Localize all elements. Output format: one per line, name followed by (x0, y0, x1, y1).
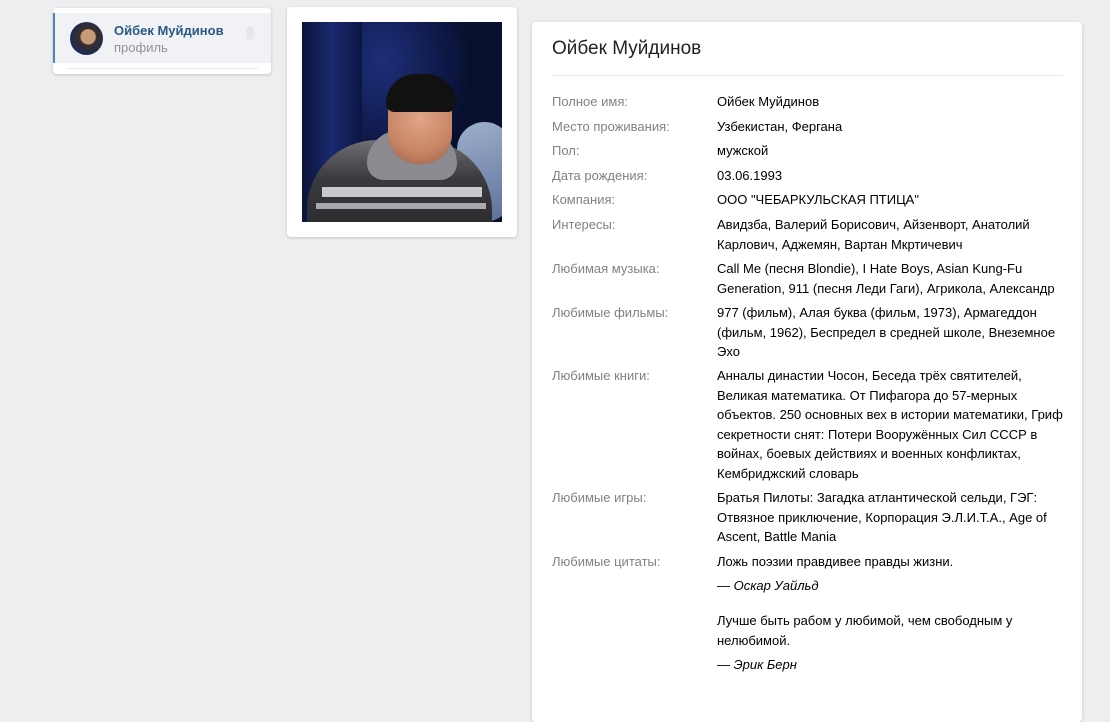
profile-photo[interactable] (302, 22, 502, 222)
field-label: Дата рождения: (552, 168, 648, 183)
field-label: Любимые цитаты: (552, 554, 661, 569)
title-divider (552, 75, 1063, 76)
field-value[interactable]: Анналы династии Чосон, Беседа трёх святи… (717, 366, 1067, 483)
quote-2-text: Лучше быть рабом у любимой, чем свободны… (717, 613, 1013, 648)
photo-card (287, 7, 517, 237)
field-value[interactable]: 977 (фильм), Алая буква (фильм, 1973), А… (717, 303, 1067, 362)
field-value[interactable]: Братья Пилоты: Загадка атлантической сел… (717, 488, 1067, 547)
field-label: Любимые книги: (552, 368, 650, 383)
quote-2-author: — Эрик Берн (717, 657, 797, 672)
field-value[interactable]: Авидзба, Валерий Борисович, Айзенворт, А… (717, 215, 1067, 254)
field-label: Место проживания: (552, 119, 670, 134)
field-value: Ойбек Муйдинов (717, 94, 820, 109)
photo-hair (386, 74, 456, 112)
page-title: Ойбек Муйдинов (552, 38, 702, 59)
photo-jacket-stripe-2 (316, 203, 486, 209)
profile-info-card: Ойбек Муйдинов Полное имя: Ойбек Муйдино… (532, 22, 1082, 722)
field-label: Компания: (552, 192, 616, 207)
drag-handle-icon[interactable] (246, 26, 254, 40)
field-label: Любимые игры: (552, 490, 647, 505)
profile-menu-card: Ойбек Муйдинов профиль (53, 8, 271, 74)
field-label: Интересы: (552, 217, 616, 232)
field-value[interactable]: Call Me (песня Blondie), I Hate Boys, As… (717, 259, 1067, 298)
field-label: Любимые фильмы: (552, 305, 669, 320)
field-value[interactable]: ООО "ЧЕБАРКУЛЬСКАЯ ПТИЦА" (717, 190, 1067, 210)
field-value: 03.06.1993 (717, 168, 783, 183)
menu-item-profile[interactable]: Ойбек Муйдинов профиль (53, 13, 271, 63)
field-label: Любимая музыка: (552, 261, 660, 276)
quote-1-text: Ложь поэзии правдивее правды жизни. (717, 554, 954, 569)
field-label: Полное имя: (552, 94, 628, 109)
field-value: мужской (717, 143, 769, 158)
avatar[interactable] (70, 22, 103, 55)
quote-1-author: — Оскар Уайльд (717, 578, 819, 593)
field-value[interactable]: Узбекистан, Фергана (717, 117, 1067, 137)
menu-profile-subtitle: профиль (114, 40, 168, 55)
field-label: Пол: (552, 143, 580, 158)
photo-jacket-stripe (322, 187, 482, 197)
menu-profile-name[interactable]: Ойбек Муйдинов (114, 23, 224, 38)
menu-divider (67, 68, 258, 69)
